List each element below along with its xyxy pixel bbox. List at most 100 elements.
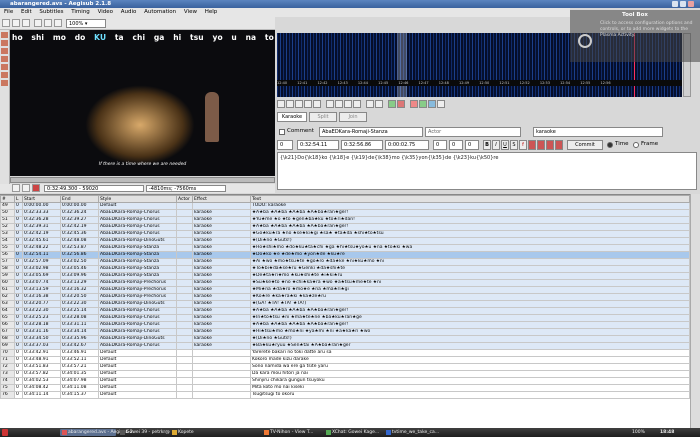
play-line-icon[interactable] (22, 184, 30, 192)
task-tv-nihon[interactable]: TV-Nihon - View T... (262, 429, 322, 436)
rotate-z-tool-icon[interactable] (1, 48, 8, 54)
task-aegisub[interactable]: abarangered.avs - Aegisub 2 (60, 429, 133, 436)
auto-commit-icon[interactable] (419, 100, 427, 108)
next-line-icon[interactable] (286, 100, 294, 108)
menu-automation[interactable]: Automation (144, 9, 176, 15)
italic-icon[interactable]: I (492, 140, 500, 150)
play-before-icon[interactable] (326, 100, 334, 108)
table-row[interactable]: 54 0 0:32:45.61 0:32:48.08 AbaEDKara-Romaji-… (0, 237, 690, 245)
rotate-xy-tool-icon[interactable] (1, 56, 8, 62)
table-row[interactable]: 75 0 0:34:08.42 0:34:11.08 Default Mita koto … (0, 384, 690, 392)
menu-video[interactable]: Video (98, 9, 113, 15)
medusa-icon[interactable] (437, 100, 445, 108)
menu-timing[interactable]: Timing (71, 9, 90, 15)
vector-clip-tool-icon[interactable] (1, 80, 8, 86)
table-row[interactable]: 60 0 0:33:07.74 0:33:13.29 AbaEDKara-Romaji-… (0, 279, 690, 287)
margin-right-field[interactable]: 0 (449, 140, 463, 150)
table-row[interactable]: 57 0 0:32:57.09 0:33:02.50 AbaEDKara-Romaji-… (0, 258, 690, 266)
play-after-icon[interactable] (335, 100, 343, 108)
table-row[interactable]: 61 0 0:33:13.59 0:33:16.32 AbaEDKara-Romaji-… (0, 286, 690, 294)
effect-field[interactable]: karaoke (533, 127, 663, 137)
zoom-out-icon[interactable] (375, 100, 383, 108)
save-file-icon[interactable] (22, 19, 30, 27)
comment-checkbox[interactable] (279, 129, 285, 135)
col-text[interactable]: Text (250, 195, 690, 203)
style-select[interactable]: AbaEDKara-Romaji-Stanza (319, 127, 423, 137)
play-icon[interactable] (12, 184, 20, 192)
color4-icon[interactable] (555, 140, 563, 150)
table-row[interactable]: 68 0 0:33:34.50 0:33:35.96 AbaEDKara-Romaji-… (0, 335, 690, 343)
properties-icon[interactable] (54, 19, 62, 27)
play-first-icon[interactable] (344, 100, 352, 108)
layer-field[interactable]: 0 (277, 140, 293, 150)
font-icon[interactable]: f (519, 140, 527, 150)
scale-tool-icon[interactable] (1, 64, 8, 70)
table-row[interactable]: 72 0 0:33:51.83 0:33:57.21 Default Sono namid… (0, 363, 690, 371)
table-row[interactable]: 71 0 0:33:48.91 0:33:52.11 Default Kokoro mad… (0, 356, 690, 364)
margin-left-field[interactable]: 0 (433, 140, 447, 150)
table-row[interactable]: 49 0 0:00:00.00 0:00:00.00 Default TODO: kara… (0, 202, 690, 210)
join-button[interactable]: Join (339, 112, 367, 122)
audio-stop-icon[interactable] (313, 100, 321, 108)
table-row[interactable]: 65 0 0:33:25.23 0:33:28.08 AbaEDKara-Romaji-… (0, 314, 690, 322)
start-time-field[interactable]: 0:32:54.11 (297, 140, 339, 150)
maximize-icon[interactable] (680, 1, 686, 7)
table-row[interactable]: 66 0 0:33:28.18 0:33:31.11 AbaEDKara-Romaji-… (0, 321, 690, 329)
undo-icon[interactable] (34, 19, 42, 27)
redo-icon[interactable] (44, 19, 52, 27)
bold-icon[interactable]: B (483, 140, 491, 150)
color1-icon[interactable] (528, 140, 536, 150)
commit-icon[interactable] (388, 100, 396, 108)
table-row[interactable]: 53 0 0:32:42.19 0:32:45.36 AbaEDKara-Romaji-… (0, 230, 690, 238)
menu-subtitles[interactable]: Subtitles (39, 9, 63, 15)
minimize-icon[interactable] (672, 1, 678, 7)
subtitle-text-editor[interactable]: {\k21}Do{\k18}ko {\k18}e {\k19}de{\k38}m… (277, 152, 697, 190)
table-row[interactable]: 64 0 0:33:22.30 0:33:25.14 AbaEDKara-Romaji-… (0, 307, 690, 315)
menu-file[interactable]: File (4, 9, 13, 15)
table-row[interactable]: 55 0 0:32:48.22 0:32:53.87 AbaEDKara-Romaji-… (0, 244, 690, 252)
table-row[interactable]: 59 0 0:33:05.69 0:33:09.96 AbaEDKara-Romaji-… (0, 272, 690, 280)
auto-scroll-icon[interactable] (428, 100, 436, 108)
table-row[interactable]: 50 0 0:32:33.33 0:32:36.24 AbaEDKara-Romaji-… (0, 209, 690, 217)
audio-play-icon[interactable] (295, 100, 303, 108)
menu-audio[interactable]: Audio (121, 9, 137, 15)
karaoke-button[interactable]: Karaoke (277, 112, 307, 122)
table-row[interactable]: 76 0 0:34:11.14 0:34:15.37 Default Tsugitsugi… (0, 391, 690, 399)
kde-menu-icon[interactable] (2, 429, 8, 436)
commit-button[interactable]: Commit (567, 140, 603, 150)
clock[interactable]: 18:48 (660, 428, 674, 437)
video-time-field[interactable]: 0:32:49.300 - 59020 (44, 185, 144, 192)
col-end[interactable]: End (60, 195, 99, 203)
table-row[interactable]: 70 0 0:33:42.91 0:33:46.91 Default Yarerete b… (0, 349, 690, 357)
table-row[interactable]: 63 0 0:33:20.77 0:33:22.30 AbaEDKara-Romaji-… (0, 300, 690, 308)
task-konsole[interactable]: Gowei 39 - petrkr@ (118, 429, 170, 436)
plasma-toolbox[interactable]: Tool Box Click to access configuration o… (570, 10, 700, 62)
menu-edit[interactable]: Edit (21, 9, 32, 15)
color2-icon[interactable] (537, 140, 545, 150)
audio-play-line-icon[interactable] (304, 100, 312, 108)
col-style[interactable]: Style (98, 195, 177, 203)
duration-field[interactable]: 0:00:02.75 (385, 140, 429, 150)
underline-icon[interactable]: U (501, 140, 509, 150)
new-file-icon[interactable] (2, 19, 10, 27)
col-start[interactable]: Start (22, 195, 61, 203)
actor-select[interactable]: Actor (425, 127, 521, 137)
play-last-icon[interactable] (353, 100, 361, 108)
table-row[interactable]: 62 0 0:33:16.38 0:33:20.50 AbaEDKara-Romaji-… (0, 293, 690, 301)
col-actor[interactable]: Actor (176, 195, 193, 203)
zoom-select[interactable]: 100% ▾ (66, 19, 106, 28)
strikeout-icon[interactable]: S (510, 140, 518, 150)
task-kopete[interactable]: Kopete (170, 429, 200, 436)
stop-icon[interactable] (32, 184, 40, 192)
table-row[interactable]: 51 0 0:32:36.28 0:32:39.27 AbaEDKara-Romaji-… (0, 216, 690, 224)
auto-goto-icon[interactable] (397, 100, 405, 108)
col-layer[interactable]: L (14, 195, 23, 203)
spectrum-toggle-icon[interactable] (410, 100, 418, 108)
table-row[interactable]: 58 0 0:33:02.98 0:33:05.46 AbaEDKara-Romaji-… (0, 265, 690, 273)
frame-radio[interactable] (633, 142, 639, 148)
margin-vertical-field[interactable]: 0 (465, 140, 479, 150)
open-file-icon[interactable] (12, 19, 20, 27)
col-number[interactable]: # (0, 195, 15, 203)
table-row[interactable]: 74 0 0:34:02.53 0:34:07.98 Default Shinjiru c… (0, 377, 690, 385)
end-time-field[interactable]: 0:32:56.86 (341, 140, 383, 150)
